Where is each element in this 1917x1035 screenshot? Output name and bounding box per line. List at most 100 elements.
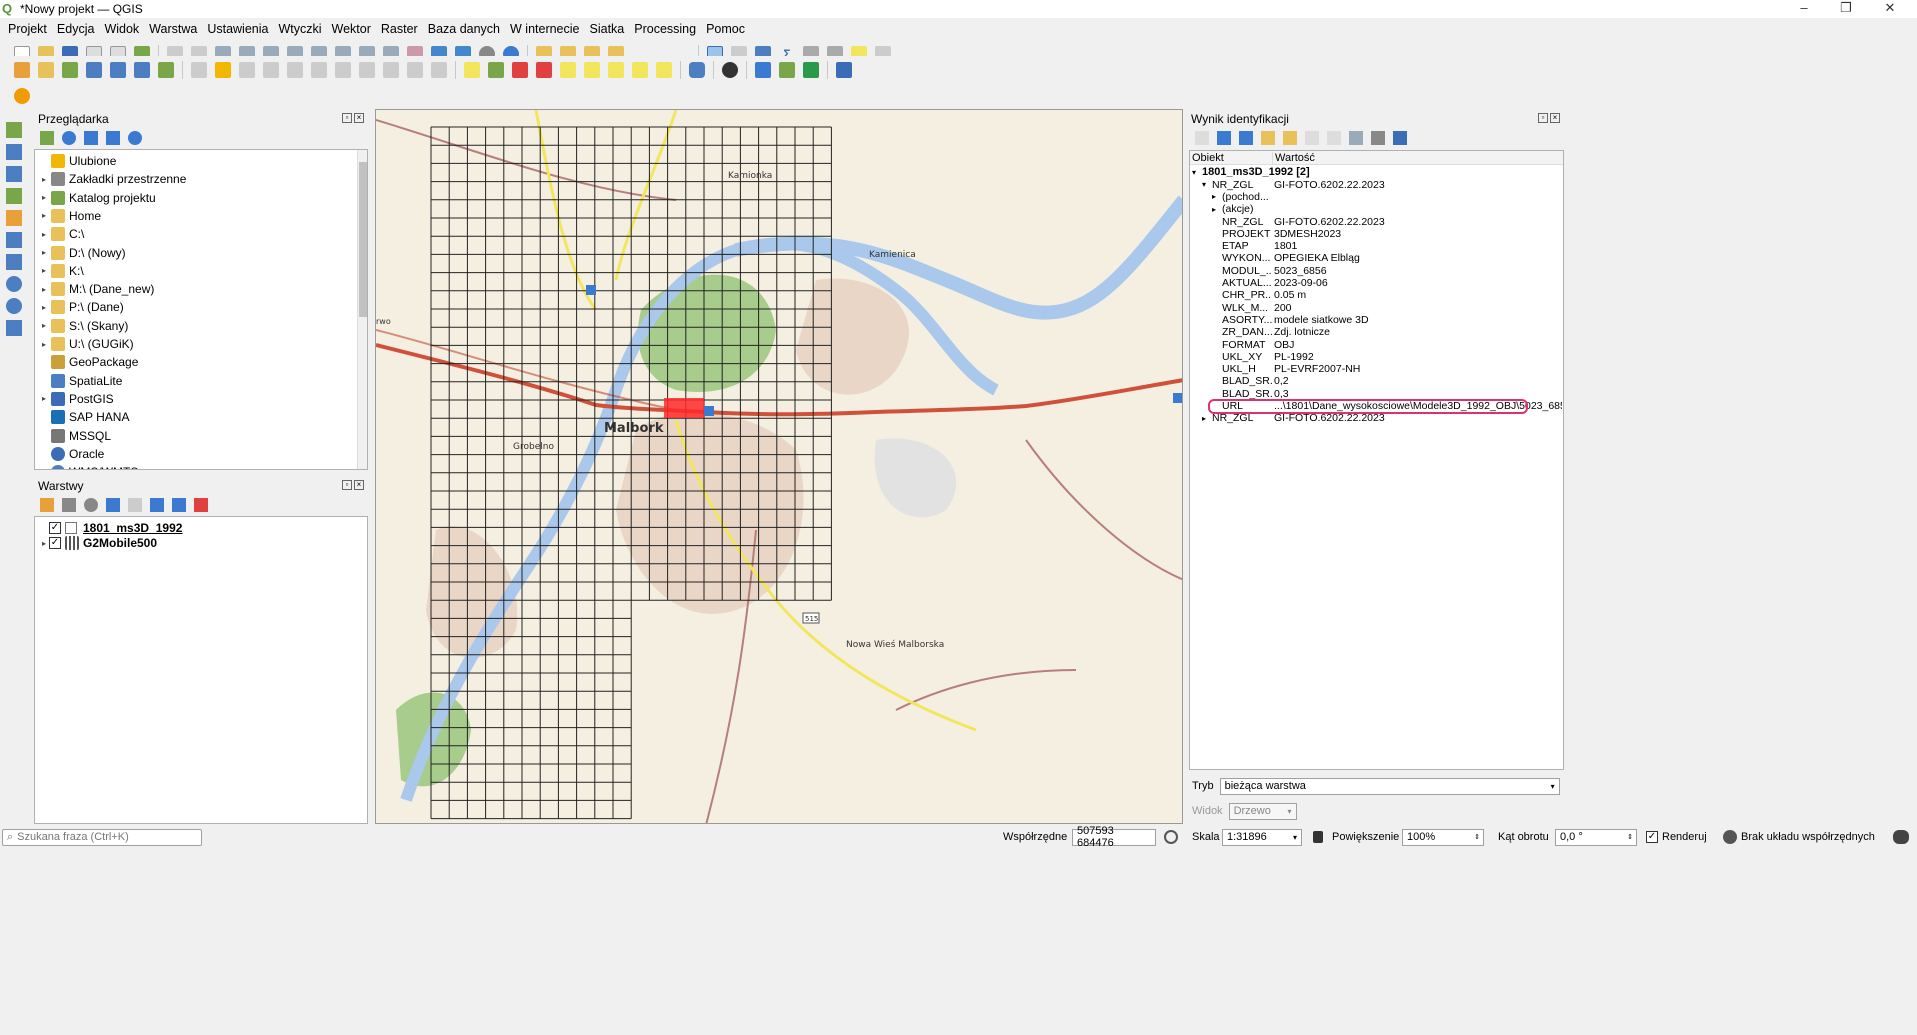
menu-ustawienia[interactable]: Ustawienia: [207, 22, 268, 36]
close-panel-icon[interactable]: ×: [354, 113, 364, 123]
expand-arrow[interactable]: ▸: [39, 211, 49, 220]
browser-item[interactable]: Oracle: [39, 445, 104, 463]
browser-item[interactable]: SAP HANA: [39, 408, 129, 426]
current-edits-icon[interactable]: [191, 62, 207, 78]
refresh-browser-icon[interactable]: [62, 131, 76, 145]
float-panel-icon[interactable]: ▫: [342, 113, 352, 123]
zoom-input[interactable]: 100% ⇕: [1402, 828, 1484, 846]
collapse-arrow[interactable]: ▾: [1192, 168, 1196, 177]
expand-arrow[interactable]: ▸: [39, 285, 49, 294]
browser-item[interactable]: ▸ PostGIS: [39, 390, 114, 408]
identify-row[interactable]: CHR_PR... 0.05 m: [1190, 289, 1563, 301]
map-svg[interactable]: Malbork Kamionka Kamienica Grobelno Nowa…: [376, 110, 1183, 824]
identify-expand-icon[interactable]: [1195, 131, 1209, 145]
browser-item[interactable]: ▸ K:\: [39, 262, 84, 280]
collapse-all-layers-icon[interactable]: [172, 498, 186, 512]
menu-baza-danych[interactable]: Baza danych: [428, 22, 500, 36]
browser-item[interactable]: ▸ S:\ (Skany): [39, 317, 128, 335]
diagram-move-icon[interactable]: [608, 62, 624, 78]
metadata-icon[interactable]: [836, 62, 852, 78]
add-gpx-icon[interactable]: [6, 210, 22, 226]
copy-icon[interactable]: [359, 62, 375, 78]
label-rotate-icon[interactable]: [560, 62, 576, 78]
menu-raster[interactable]: Raster: [381, 22, 418, 36]
expand-tree-icon[interactable]: [1217, 131, 1231, 145]
render-checkbox[interactable]: ✓: [1646, 831, 1658, 843]
scrollbar-thumb[interactable]: [359, 162, 367, 317]
float-panel-icon[interactable]: ▫: [342, 480, 352, 490]
close-panel-icon[interactable]: ×: [354, 480, 364, 490]
open-styling-icon[interactable]: [40, 498, 54, 512]
browser-item[interactable]: ▸ Home: [39, 207, 101, 225]
maximize-button[interactable]: ❐: [1826, 0, 1866, 18]
filter-expression-icon[interactable]: [128, 498, 142, 512]
layer-visibility-checkbox[interactable]: ✓: [49, 537, 61, 549]
add-wms-layer-icon[interactable]: [6, 276, 22, 292]
vertex-tool-icon[interactable]: [287, 62, 303, 78]
column-object[interactable]: Obiekt: [1192, 152, 1224, 164]
remove-layer-icon[interactable]: [194, 498, 208, 512]
expand-arrow[interactable]: ▸: [39, 321, 49, 330]
identify-results-tree[interactable]: Obiekt Wartość ▾ 1801_ms3D_1992 [2] ▾ NR_…: [1189, 150, 1564, 770]
add-spatialite-icon[interactable]: [110, 62, 126, 78]
toggle-extents-icon[interactable]: [1164, 830, 1178, 844]
expand-arrow[interactable]: ▸: [39, 394, 49, 403]
identify-row[interactable]: BLAD_SR...0,2: [1190, 375, 1563, 387]
collapse-all-icon[interactable]: [106, 131, 120, 145]
add-raster-icon[interactable]: [6, 144, 22, 160]
map-canvas[interactable]: Malbork Kamionka Kamienica Grobelno Nowa…: [375, 109, 1183, 824]
add-wfs-icon[interactable]: [158, 62, 174, 78]
expand-arrow[interactable]: ▸: [1202, 414, 1206, 423]
menu-wektor[interactable]: Wektor: [332, 22, 371, 36]
rotation-input[interactable]: 0,0 ° ⇕: [1555, 828, 1637, 846]
add-postgis-icon[interactable]: [86, 62, 102, 78]
identify-row[interactable]: UKL_H PL-EVRF2007-NH: [1190, 363, 1563, 375]
menu-processing[interactable]: Processing: [634, 22, 696, 36]
close-panel-icon[interactable]: ×: [1550, 113, 1560, 123]
identify-row[interactable]: ZR_DAN... Zdj. lotnicze: [1190, 326, 1563, 338]
browser-item[interactable]: ▾ WMS/WMTS: [39, 463, 138, 469]
layer-visibility-checkbox[interactable]: ✓: [49, 522, 61, 534]
label-tool-icon[interactable]: [464, 62, 480, 78]
expand-arrow[interactable]: ▸: [39, 340, 49, 349]
expand-all-icon[interactable]: [150, 498, 164, 512]
identify-mode-icon[interactable]: [1349, 131, 1363, 145]
label-move-icon[interactable]: [536, 62, 552, 78]
digitize-icon[interactable]: [263, 62, 279, 78]
expand-arrow[interactable]: ▸: [39, 303, 49, 312]
identify-row[interactable]: ETAP 1801: [1190, 240, 1563, 252]
help-icon[interactable]: [1393, 131, 1407, 145]
expand-arrow[interactable]: ▸: [1212, 205, 1216, 214]
browser-item[interactable]: ▸ M:\ (Dane_new): [39, 280, 154, 298]
add-raster-layer-icon[interactable]: [38, 62, 54, 78]
minimize-button[interactable]: –: [1784, 0, 1824, 18]
column-value[interactable]: Wartość: [1272, 152, 1315, 164]
manage-visibility-icon[interactable]: [84, 498, 98, 512]
messages-icon[interactable]: [1893, 830, 1909, 844]
copy-feature-icon[interactable]: [1305, 131, 1319, 145]
identify-row[interactable]: WYKON... OPEGIEKA Elbląg: [1190, 252, 1563, 264]
browser-item[interactable]: ▸ D:\ (Nowy): [39, 244, 126, 262]
identify-row[interactable]: ▸ NR_ZGL GI-FOTO.6202.22.2023: [1190, 412, 1563, 424]
expand-arrow[interactable]: ▸: [39, 193, 49, 202]
expand-arrow[interactable]: ▸: [39, 539, 49, 548]
save-edits-icon[interactable]: [239, 62, 255, 78]
expand-arrow[interactable]: ▸: [39, 266, 49, 275]
expand-new-icon[interactable]: [1261, 131, 1275, 145]
browser-item[interactable]: ▸ Zakładki przestrzenne: [39, 170, 186, 188]
warning-plugin-icon[interactable]: [14, 88, 30, 104]
plugin-tool-icon[interactable]: [779, 62, 795, 78]
layers-tree[interactable]: ✓ 1801_ms3D_1992 ▸ ✓ G2Mobile500: [34, 516, 368, 824]
crs-globe-icon[interactable]: [1723, 830, 1737, 844]
add-group-icon[interactable]: [62, 498, 76, 512]
browser-item[interactable]: Ulubione: [39, 152, 116, 170]
float-panel-icon[interactable]: ▫: [1538, 113, 1548, 123]
toggle-editing-icon[interactable]: [215, 62, 231, 78]
view-select[interactable]: Drzewo ▾: [1228, 802, 1297, 820]
filter-legend-icon[interactable]: [106, 498, 120, 512]
label-change-icon[interactable]: [584, 62, 600, 78]
identify-row[interactable]: PROJEKT 3DMESH2023: [1190, 228, 1563, 240]
locator-search-input[interactable]: ⌕ Szukana fraza (Ctrl+K): [2, 828, 202, 846]
identify-row[interactable]: UKL_XY PL-1992: [1190, 351, 1563, 363]
cut-icon[interactable]: [335, 62, 351, 78]
